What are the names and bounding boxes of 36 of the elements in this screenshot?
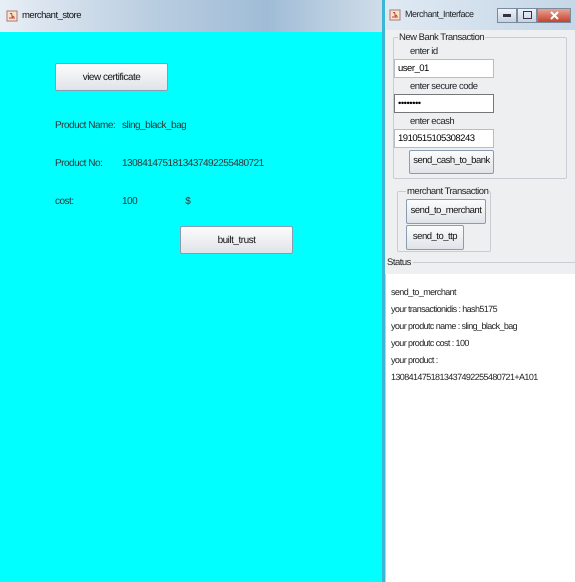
input-field[interactable]: user_01 [394,58,494,78]
field-value: sling_black_bag [122,119,186,133]
status-line: your product : 1308414751813437492255480721+A101 [391,354,539,384]
field-label: enter id [409,44,439,58]
status-line: send_to_merchant [391,286,458,299]
minimize-icon [503,14,511,16]
group-title: merchant Transaction [406,187,490,196]
send-cash-button[interactable]: send_cash_to_bank [409,150,494,174]
field-value: 100 [122,195,138,209]
built-trust-button[interactable]: built_trust [180,226,293,254]
input-field[interactable]: •••••••• [394,94,494,112]
field-label: Product Name: [55,119,116,133]
group-title: New Bank Transaction [398,33,486,42]
field-label: enter secure code [409,80,479,94]
unit-label: $ [185,195,190,209]
window-title: Merchant_Interface [405,8,474,22]
field-label: cost: [55,195,75,209]
maximize-icon [522,11,532,19]
group-title: Status [387,256,411,270]
action-button[interactable]: send_to_ttp [406,224,464,250]
action-button[interactable]: send_to_merchant [406,198,486,224]
status-line: your produtc cost : 100 [391,336,470,350]
input-field[interactable]: 1910515105308243 [394,128,494,148]
app-icon [389,9,401,21]
app-icon [6,10,18,22]
window-title: merchant_store [22,8,82,23]
close-icon [550,10,558,20]
status-line: your transactionidis : hash5175 [391,302,498,316]
field-label: Product No: [55,157,104,171]
close-button[interactable] [537,8,571,22]
view-certificate-button[interactable]: view certificate [55,63,168,91]
maximize-button[interactable] [517,8,537,22]
minimize-button[interactable] [497,8,517,22]
field-value: 1308414751813437492255480721 [122,157,264,171]
field-label: enter ecash [409,114,456,128]
status-line: your produtc name : sling_black_bag [391,320,518,333]
